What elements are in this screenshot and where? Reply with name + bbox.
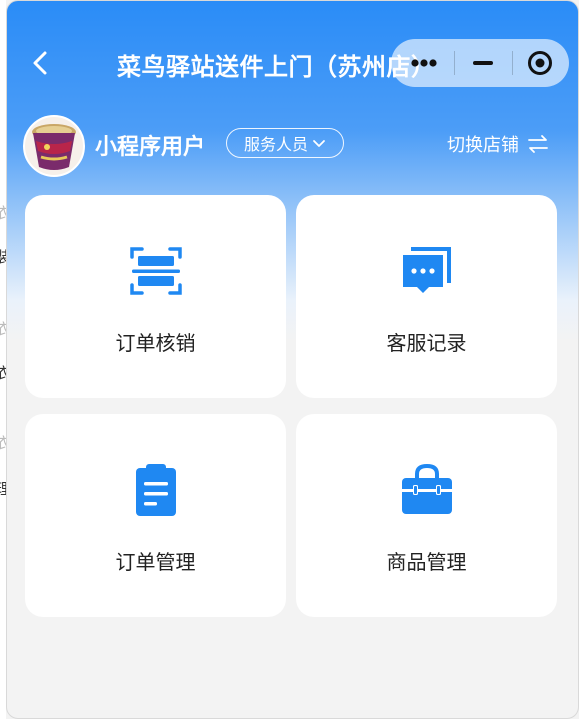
more-button[interactable] (395, 39, 453, 87)
card-label: 订单管理 (115, 550, 196, 574)
mini-program-capsule (391, 39, 569, 87)
card-label: 订单核销 (115, 331, 196, 355)
card-label: 商品管理 (386, 550, 467, 574)
chevron-left-icon (33, 51, 47, 75)
role-label: 服务人员 (243, 135, 308, 154)
close-button[interactable] (511, 39, 569, 87)
avatar[interactable] (23, 115, 85, 177)
swap-arrows-icon (528, 135, 548, 153)
username: 小程序用户 (95, 135, 206, 160)
back-button[interactable] (25, 45, 55, 81)
chevron-down-icon (313, 140, 325, 147)
switch-store-label: 切换店铺 (447, 135, 519, 156)
card-label: 客服记录 (386, 331, 467, 355)
order-verify-card[interactable]: 订单核销 (25, 195, 286, 398)
more-dots-icon (411, 59, 437, 67)
order-management-card[interactable]: 订单管理 (25, 414, 286, 617)
service-records-card[interactable]: 客服记录 (296, 195, 557, 398)
target-circle-icon (528, 51, 552, 75)
minimize-icon (473, 61, 493, 65)
minimize-button[interactable] (454, 39, 512, 87)
role-selector[interactable]: 服务人员 (226, 128, 344, 158)
bag-icon (399, 462, 455, 518)
product-management-card[interactable]: 商品管理 (296, 414, 557, 617)
chat-icon (399, 243, 455, 299)
scan-icon (128, 243, 184, 299)
mini-program-panel: 菜鸟驿站送件上门（苏州店） 小程序用户 服务人员 切换店铺 订单核销 客服记录 … (6, 0, 579, 719)
cup-noodle-avatar-icon (25, 117, 83, 175)
switch-store-button[interactable]: 切换店铺 (447, 131, 549, 157)
clipboard-icon (128, 462, 184, 518)
